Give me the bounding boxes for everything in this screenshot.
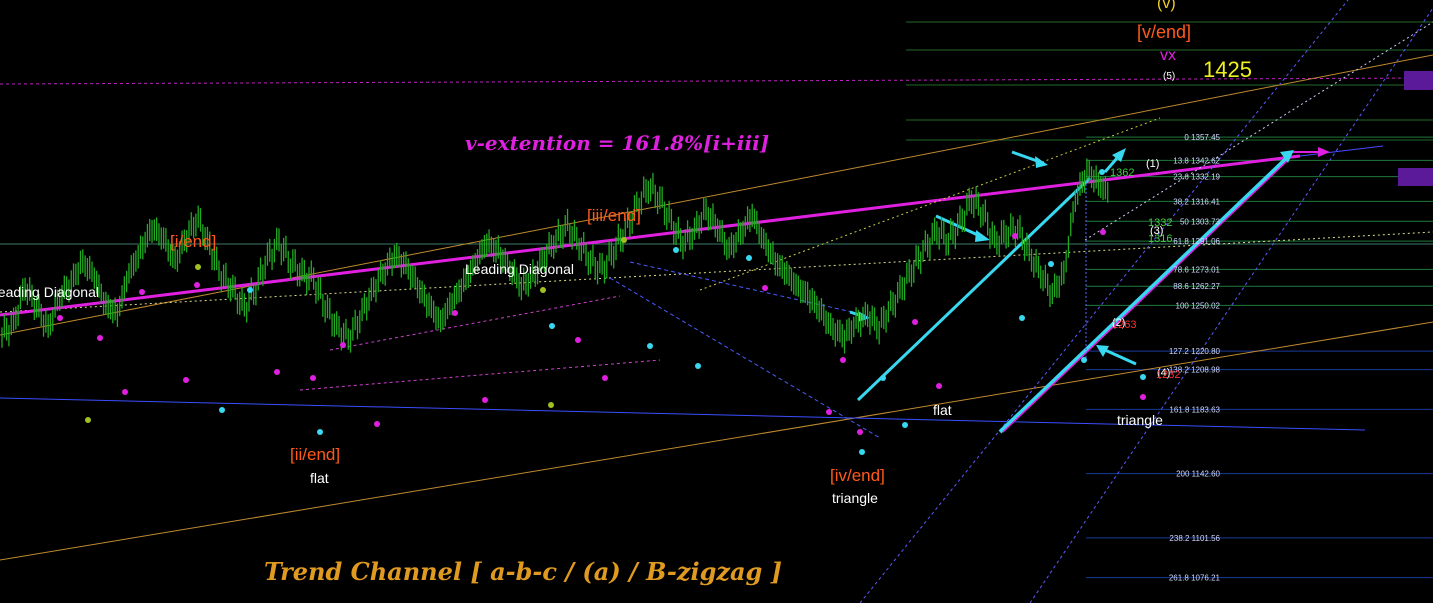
wave-count-mark: [57, 315, 63, 321]
wave-count-mark: [902, 422, 908, 428]
v-paren-label: (v): [1157, 0, 1176, 12]
flat-label-2: flat: [933, 402, 952, 418]
bottom-title: Trend Channel [ a-b-c / (a) / B-zigzag ]: [264, 557, 782, 586]
wave-count-mark: [575, 337, 581, 343]
wave-count-mark: [183, 377, 189, 383]
wave-count-mark: [310, 375, 316, 381]
wave-count-mark: [859, 449, 865, 455]
wave-count-mark: [1019, 315, 1025, 321]
wave-count-mark: [374, 421, 380, 427]
dotted-diagonal-1: [859, 0, 1349, 603]
arrow-cyan-1-head: [1035, 156, 1048, 168]
wave-count-mark: [194, 282, 200, 288]
fib-label: 78.6 1273.01: [1173, 265, 1220, 274]
triangle-label-2: triangle: [1117, 412, 1163, 428]
wave-count-mark: [857, 429, 863, 435]
wave-count-mark: [548, 402, 554, 408]
wave-count-mark: [549, 323, 555, 329]
fib-label: 50 1303.73: [1180, 217, 1221, 226]
price-1332: 1332: [1148, 217, 1172, 229]
fib-label: 100 1250.02: [1176, 301, 1221, 310]
trend-channel-lower: [0, 321, 1433, 561]
wave-count-mark: [826, 409, 832, 415]
elliott-wave-chart: 0 1357.45 13.8 1342.62 23.6 1332.19 38.2 13…: [0, 0, 1433, 603]
wave-labels: [i/end] [ii/end] [iii/end] [iv/end] Lead…: [0, 158, 1180, 506]
i-end-label: [i/end]: [170, 232, 216, 251]
pink-dashed-1: [299, 359, 661, 391]
fib-label: 200 1142.60: [1176, 470, 1220, 479]
header-annotation: v-extention = 161.8%[i+iii]: [465, 131, 769, 155]
wave-count-mark: [195, 264, 201, 270]
wave-count-mark: [122, 389, 128, 395]
wave-count-mark: [1081, 357, 1087, 363]
wave-count-mark: [247, 287, 253, 293]
fib-label: 13.8 1342.62: [1173, 156, 1220, 165]
wave-count-mark: [452, 310, 458, 316]
wave-count-mark: [1048, 261, 1054, 267]
wave-count-mark: [695, 363, 701, 369]
iv-end-label: [iv/end]: [830, 466, 885, 485]
price-1232: 1232: [1156, 369, 1180, 381]
cyan-channel-lower: [998, 153, 1292, 434]
fib-label: 38.2 1316.41: [1173, 197, 1220, 206]
fib-label: 161.8 1183.63: [1169, 405, 1220, 414]
iii-end-label: [iii/end]: [587, 206, 641, 225]
fib-label: 88.6 1262.27: [1173, 282, 1220, 291]
fib-label: 261.8 1076.21: [1169, 574, 1221, 583]
wave-count-mark: [936, 383, 942, 389]
triangle-label-1: triangle: [832, 490, 878, 506]
wave-count-mark: [274, 369, 280, 375]
wave-count-mark: [97, 335, 103, 341]
wave-count-mark: [340, 342, 346, 348]
fib-label: 0 1357.45: [1184, 133, 1220, 142]
v-end-label: [v/end]: [1137, 22, 1191, 42]
leading-diagonal-label-1: Leading Diagonal: [0, 284, 99, 300]
wave-count-mark: [139, 289, 145, 295]
wave-count-mark: [602, 375, 608, 381]
magenta-channel-lower: [1002, 159, 1289, 433]
price-candles: [1, 158, 1109, 354]
wave-count-mark: [912, 319, 918, 325]
wave-count-mark: [1100, 229, 1106, 235]
price-1263: 1263: [1112, 319, 1136, 331]
wave-count-mark: [840, 357, 846, 363]
price-marker-mid: [1398, 168, 1433, 186]
price-marker-top: [1404, 71, 1433, 90]
fib-label: 61.8 1291.06: [1173, 237, 1220, 246]
ii-end-label: [ii/end]: [290, 445, 340, 464]
fib-label: 23.6 1332.19: [1173, 173, 1220, 182]
wave-count-mark: [317, 429, 323, 435]
fib-label: 238.2 1101.56: [1169, 534, 1220, 543]
one-paren-label: (1): [1146, 158, 1159, 170]
vx-label: vx: [1160, 47, 1176, 64]
wave-count-mark: [85, 417, 91, 423]
arrow-cyan-3: [1104, 348, 1137, 366]
target-value: 1425: [1203, 57, 1252, 82]
fib-label: 127.2 1220.80: [1169, 347, 1221, 356]
wave-count-mark: [1140, 394, 1146, 400]
wave-count-mark: [219, 407, 225, 413]
wave-count-mark: [880, 375, 886, 381]
wave-count-mark: [673, 247, 679, 253]
wave-count-mark: [746, 255, 752, 261]
blue-dashed-diagonal-2: [609, 277, 881, 439]
price-1362: 1362: [1110, 167, 1134, 179]
wave-count-mark: [647, 343, 653, 349]
wave-count-mark: [540, 287, 546, 293]
price-1316: 1316: [1148, 233, 1172, 245]
flat-label-1: flat: [310, 470, 329, 486]
five-paren-label: (5): [1163, 71, 1175, 82]
wave-count-mark: [762, 285, 768, 291]
fibonacci-labels: 0 1357.45 13.8 1342.62 23.6 1332.19 38.2 13…: [1169, 133, 1221, 582]
wave-count-mark: [482, 397, 488, 403]
wave-count-mark: [1099, 169, 1105, 175]
wave-count-mark: [621, 237, 627, 243]
leading-diagonal-label-2: Leading Diagonal: [465, 261, 574, 277]
arrow-magenta-head: [1318, 147, 1330, 157]
wave-count-mark: [1012, 233, 1018, 239]
wave-count-mark: [1140, 374, 1146, 380]
dotted-diagonal-3: [1084, 21, 1433, 241]
trend-channel-upper: [0, 54, 1433, 336]
fibonacci-levels: [906, 21, 1433, 579]
